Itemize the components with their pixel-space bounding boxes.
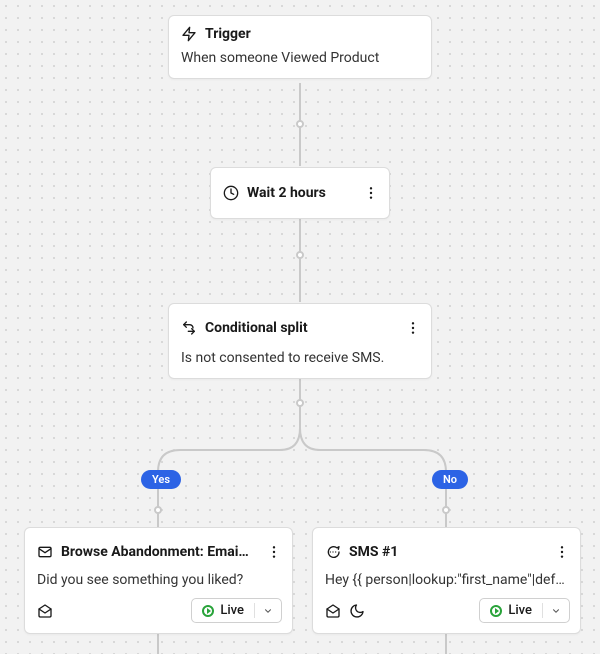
sms-step-body: Hey {{ person|lookup:"first_name"|defaul… [313, 570, 580, 598]
branch-yes-pill: Yes [141, 470, 181, 489]
envelope-open-icon [37, 603, 53, 619]
play-circle-icon [490, 605, 502, 617]
email-step-title: Browse Abandonment: Email... [61, 544, 252, 560]
moon-icon [349, 603, 365, 619]
sms-status-label: Live [508, 603, 532, 618]
split-subtitle: Is not consented to receive SMS. [169, 346, 431, 378]
more-vertical-icon [266, 544, 282, 560]
trigger-subtitle: When someone Viewed Product [169, 46, 431, 78]
wait-more-button[interactable] [357, 179, 385, 207]
more-vertical-icon [363, 185, 379, 201]
wait-card[interactable]: Wait 2 hours [210, 167, 390, 219]
sms-step-title: SMS #1 [349, 544, 540, 560]
play-circle-icon [202, 605, 214, 617]
connector-dot [154, 506, 162, 514]
split-more-button[interactable] [399, 314, 427, 342]
envelope-open-icon [325, 603, 341, 619]
flow-canvas: Yes No Trigger When someone Viewed Produ… [0, 0, 600, 654]
sms-step-card[interactable]: SMS #1 Hey {{ person|lookup:"first_name"… [312, 527, 581, 634]
chat-icon [325, 544, 341, 560]
email-step-body: Did you see something you liked? [25, 570, 292, 598]
trigger-title: Trigger [205, 26, 419, 42]
email-more-button[interactable] [260, 538, 288, 566]
split-icon [181, 320, 197, 336]
wait-title: Wait 2 hours [247, 185, 349, 201]
mail-icon [37, 544, 53, 560]
more-vertical-icon [554, 544, 570, 560]
connector-dot [296, 399, 304, 407]
connector-dot [296, 120, 304, 128]
branch-no-pill: No [432, 470, 468, 489]
clock-icon [223, 185, 239, 201]
email-status-label: Live [220, 603, 244, 618]
connector-dot [296, 251, 304, 259]
chevron-down-icon [551, 606, 561, 616]
sms-more-button[interactable] [548, 538, 576, 566]
connector-dot [442, 506, 450, 514]
conditional-split-card[interactable]: Conditional split Is not consented to re… [168, 303, 432, 379]
email-step-card[interactable]: Browse Abandonment: Email... Did you see… [24, 527, 293, 634]
lightning-icon [181, 26, 197, 42]
sms-status-dropdown[interactable]: Live [479, 598, 570, 623]
more-vertical-icon [405, 320, 421, 336]
trigger-card[interactable]: Trigger When someone Viewed Product [168, 15, 432, 79]
email-status-dropdown[interactable]: Live [191, 598, 282, 623]
split-title: Conditional split [205, 320, 391, 336]
chevron-down-icon [263, 606, 273, 616]
